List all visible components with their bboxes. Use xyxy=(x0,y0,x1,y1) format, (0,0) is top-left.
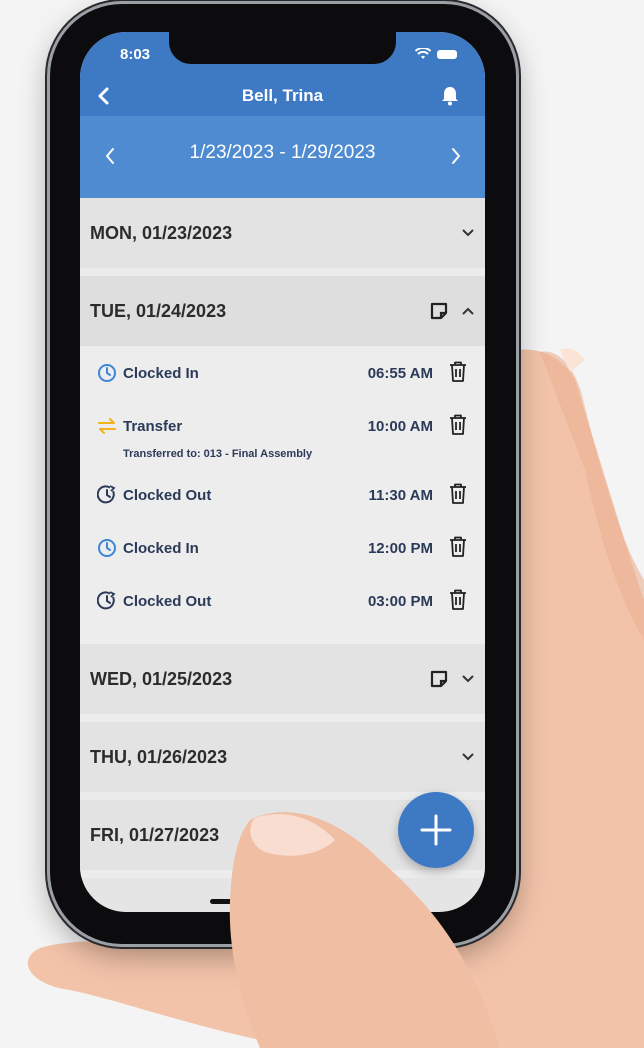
bell-icon xyxy=(442,87,458,106)
time-entry: Clocked In 12:00 PM xyxy=(80,521,485,574)
trash-icon[interactable] xyxy=(449,589,467,611)
day-label: FRI, 01/27/2023 xyxy=(90,824,220,845)
entry-time: 06:55 AM xyxy=(367,365,433,382)
day-label: TUE, 01/24/2023 xyxy=(90,300,227,321)
entry-label: Clocked In xyxy=(123,540,199,557)
next-week-button[interactable] xyxy=(444,142,468,170)
divider xyxy=(80,870,485,878)
day-label: WED, 01/25/2023 xyxy=(90,668,233,689)
chevron-down-icon xyxy=(462,753,474,761)
status-time: 8:03 xyxy=(120,46,151,63)
plus-icon xyxy=(420,814,452,846)
transfer-note: Transferred to: 013 - Final Assembly xyxy=(123,448,313,460)
notifications-button[interactable] xyxy=(436,82,464,110)
clock-icon xyxy=(98,539,116,557)
chevron-down-icon xyxy=(462,229,474,237)
entry-time: 12:00 PM xyxy=(367,540,433,557)
entry-label: Clocked In xyxy=(123,365,199,382)
clock-icon xyxy=(98,364,116,382)
day-entries: Clocked In 06:55 AM Transfer 10:00 AM Tr… xyxy=(80,346,485,644)
time-entry: Clocked In 06:55 AM xyxy=(80,346,485,399)
nav-bar: Bell, Trina xyxy=(80,76,485,116)
entry-label: Clocked Out xyxy=(123,593,212,610)
time-entry: Transfer 10:00 AM Transferred to: 013 - … xyxy=(80,399,485,468)
note-icon[interactable] xyxy=(429,301,449,321)
trash-icon[interactable] xyxy=(449,483,467,505)
chevron-right-icon xyxy=(452,148,460,164)
transfer-icon xyxy=(98,418,116,434)
time-entry: Clocked Out 11:30 AM xyxy=(80,468,485,521)
entry-time: 10:00 AM xyxy=(367,418,433,435)
entry-time: 11:30 AM xyxy=(368,487,433,504)
clock-out-icon xyxy=(97,591,116,610)
status-icons xyxy=(415,48,457,60)
entry-time: 03:00 PM xyxy=(367,593,433,610)
chevron-up-icon xyxy=(462,307,474,315)
entry-label: Clocked Out xyxy=(123,487,212,504)
day-label: THU, 01/26/2023 xyxy=(90,746,228,767)
week-range: 1/23/2023 - 1/29/2023 xyxy=(189,142,376,163)
home-indicator xyxy=(210,899,350,904)
app-screen: 8:03 Bell, Trina 1/23/2023 - 1/29/2023 M… xyxy=(80,32,485,912)
timesheet-list: MON, 01/23/2023 TUE, 01/24/2023 Clocked … xyxy=(80,198,485,878)
day-header-thu[interactable]: THU, 01/26/2023 xyxy=(80,722,485,792)
day-label: MON, 01/23/2023 xyxy=(90,222,233,243)
phone-notch xyxy=(169,32,396,64)
trash-icon[interactable] xyxy=(449,414,467,436)
day-header-wed[interactable]: WED, 01/25/2023 xyxy=(80,644,485,714)
day-header-mon[interactable]: MON, 01/23/2023 xyxy=(80,198,485,268)
entry-label: Transfer xyxy=(123,418,183,435)
note-icon[interactable] xyxy=(429,669,449,689)
add-entry-button[interactable] xyxy=(398,792,474,868)
trash-icon[interactable] xyxy=(449,536,467,558)
wifi-icon xyxy=(415,48,431,59)
divider xyxy=(80,268,485,276)
time-entry: Clocked Out 03:00 PM xyxy=(80,574,485,644)
trash-icon[interactable] xyxy=(449,361,467,383)
chevron-down-icon xyxy=(462,675,474,683)
divider xyxy=(80,714,485,722)
week-selector: 1/23/2023 - 1/29/2023 xyxy=(80,116,485,198)
day-header-tue[interactable]: TUE, 01/24/2023 xyxy=(80,276,485,346)
clock-out-icon xyxy=(97,485,116,504)
page-title: Bell, Trina xyxy=(241,86,324,105)
battery-icon xyxy=(437,49,457,59)
